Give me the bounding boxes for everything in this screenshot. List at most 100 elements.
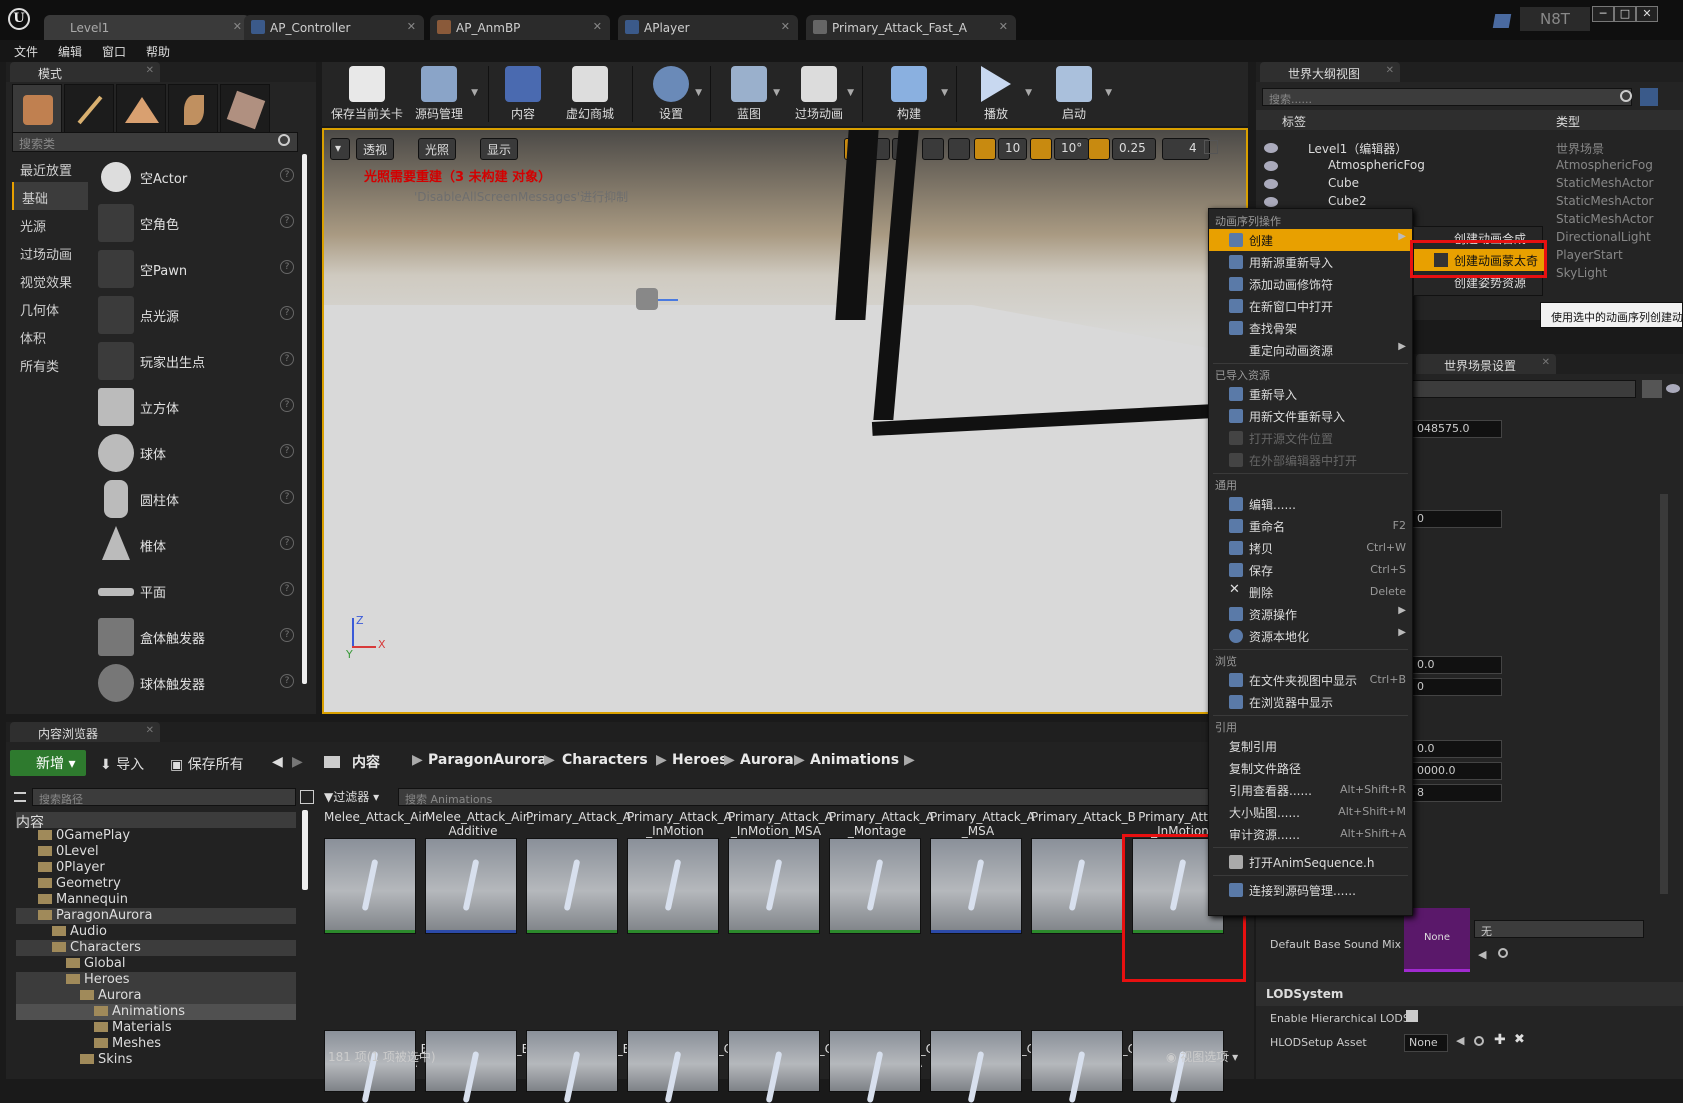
visibility-eye-icon[interactable] — [1264, 179, 1278, 189]
animation-asset-thumbnail[interactable] — [829, 838, 921, 934]
show-button[interactable]: 显示 — [480, 138, 519, 160]
details-search-input[interactable] — [1406, 380, 1636, 398]
marketplace-button[interactable]: 虚幻商城 — [554, 64, 626, 124]
property-value[interactable]: 0 — [1412, 510, 1502, 528]
tab-level1[interactable]: Level1 ✕ — [44, 15, 250, 40]
menu-retarget[interactable]: 重定向动画资源 ▶ — [1209, 339, 1412, 361]
category-cinematic[interactable]: 过场动画 — [12, 238, 88, 266]
player-start-icon[interactable] — [636, 288, 658, 310]
breadcrumb-item[interactable]: Heroes — [672, 752, 728, 768]
help-icon[interactable]: ? — [280, 352, 294, 366]
category-geometry[interactable]: 几何体 — [12, 294, 88, 322]
breadcrumb-item[interactable]: 内容 — [352, 752, 380, 772]
place-item-point-light[interactable]: 点光源? — [92, 292, 302, 338]
help-icon[interactable]: ? — [280, 444, 294, 458]
animation-asset-thumbnail[interactable] — [425, 838, 517, 934]
play-button[interactable]: 播放 ▼ — [960, 64, 1032, 124]
grid-snap-icon[interactable] — [974, 138, 996, 160]
hlod-setup-combo[interactable]: None — [1404, 1034, 1448, 1052]
category-volumes[interactable]: 体积 — [12, 322, 88, 350]
category-all-classes[interactable]: 所有类 — [12, 350, 88, 378]
close-icon[interactable]: ✕ — [781, 20, 790, 33]
settings-button[interactable]: 设置 ▼ — [640, 64, 702, 124]
menu-copy-reference[interactable]: 复制引用 — [1209, 735, 1412, 757]
use-selected-arrow-icon[interactable]: ◀ — [1456, 1034, 1464, 1047]
breadcrumb-item[interactable]: ParagonAurora — [428, 752, 547, 768]
help-icon[interactable]: ? — [280, 490, 294, 504]
property-value[interactable]: 0000.0 — [1412, 762, 1502, 780]
sound-mix-combo[interactable]: 无 — [1474, 920, 1644, 938]
animation-asset-thumbnail[interactable] — [324, 838, 416, 934]
add-icon[interactable]: ✚ — [1494, 1032, 1506, 1048]
world-local-icon[interactable] — [922, 138, 944, 160]
column-label[interactable]: 标签 — [1282, 113, 1306, 130]
tree-item[interactable]: Materials — [16, 1020, 296, 1036]
lit-button[interactable]: 光照 — [418, 138, 457, 160]
tree-item[interactable]: Global — [16, 956, 296, 972]
tree-item[interactable]: Heroes — [16, 972, 296, 988]
landscape-mode-icon[interactable] — [116, 84, 166, 134]
animation-asset-thumbnail[interactable] — [425, 1030, 517, 1103]
tab-world-settings[interactable]: 世界场景设置 ✕ — [1416, 354, 1556, 374]
menu-asset-actions[interactable]: 资源操作 ▶ — [1209, 603, 1412, 625]
maximize-button[interactable]: □ — [1614, 6, 1636, 22]
menu-add-modifier[interactable]: 添加动画修饰符 — [1209, 273, 1412, 295]
close-icon[interactable]: ✕ — [1386, 65, 1394, 76]
animation-asset-thumbnail[interactable] — [627, 1030, 719, 1103]
foliage-mode-icon[interactable] — [168, 84, 218, 134]
tree-item[interactable]: Mannequin — [16, 892, 296, 908]
place-item-empty-actor[interactable]: 空Actor? — [92, 154, 302, 200]
modes-scrollbar[interactable] — [302, 154, 307, 684]
viewport-options-button[interactable]: ▾ — [330, 138, 350, 160]
add-new-button[interactable]: 新增 ▾ — [10, 750, 86, 776]
tree-item[interactable]: Audio — [16, 924, 296, 940]
help-icon[interactable]: ? — [280, 214, 294, 228]
place-item-player-start[interactable]: 玩家出生点? — [92, 338, 302, 384]
camera-speed-button[interactable]: 4 — [1162, 138, 1210, 160]
menu-reference-viewer[interactable]: 引用查看器...... Alt+Shift+R — [1209, 779, 1412, 801]
close-icon[interactable]: ✕ — [146, 725, 154, 736]
tab-ap-controller[interactable]: AP_Controller ✕ — [244, 15, 424, 40]
outliner-row[interactable]: Level1（编辑器） 世界场景 — [1256, 140, 1683, 158]
menu-open-header[interactable]: 打开AnimSequence.h — [1209, 851, 1412, 873]
details-scrollbar[interactable] — [1660, 494, 1668, 894]
collapse-tree-icon[interactable] — [14, 792, 26, 802]
save-all-button[interactable]: ▣ 保存所有 — [170, 754, 244, 774]
dropdown-arrow-icon[interactable]: ▼ — [847, 88, 854, 98]
help-icon[interactable]: ? — [280, 260, 294, 274]
menu-copy[interactable]: 拷贝 Ctrl+W — [1209, 537, 1412, 559]
minimize-button[interactable]: ─ — [1592, 6, 1614, 22]
tab-aplayer[interactable]: APlayer ✕ — [618, 15, 798, 40]
property-value[interactable]: 0.0 — [1412, 656, 1502, 674]
place-item-sphere-trigger[interactable]: 球体触发器? — [92, 660, 302, 706]
help-icon[interactable]: ? — [280, 398, 294, 412]
menu-localize[interactable]: 资源本地化 ▶ — [1209, 625, 1412, 647]
menu-create[interactable]: 创建 ▶ — [1209, 229, 1412, 251]
cinematics-button[interactable]: 过场动画 ▼ — [784, 64, 854, 124]
help-icon[interactable]: ? — [280, 168, 294, 182]
back-arrow-icon[interactable]: ◀ — [272, 754, 283, 770]
paint-mode-icon[interactable] — [64, 84, 114, 134]
close-icon[interactable]: ✕ — [407, 20, 416, 33]
add-folder-icon[interactable] — [1640, 88, 1658, 106]
menu-edit[interactable]: 编辑 — [58, 43, 82, 60]
close-window-button[interactable]: ✕ — [1636, 6, 1658, 22]
animation-asset-thumbnail[interactable] — [829, 1030, 921, 1103]
category-visual-effects[interactable]: 视觉效果 — [12, 266, 88, 294]
launch-button[interactable]: 启动 ▼ — [1036, 64, 1112, 124]
place-item-empty-character[interactable]: 空角色? — [92, 200, 302, 246]
scale-snap-icon[interactable] — [1088, 138, 1110, 160]
perspective-button[interactable]: 透视 — [356, 138, 395, 160]
tree-item[interactable]: Characters — [16, 940, 296, 956]
place-item-box-trigger[interactable]: 盒体触发器? — [92, 614, 302, 660]
view-options-button[interactable]: ◉ 视图选项 ▾ — [1166, 1048, 1238, 1065]
property-value[interactable]: 048575.0 — [1412, 420, 1502, 438]
menu-save[interactable]: 保存 Ctrl+S — [1209, 559, 1412, 581]
tree-item[interactable]: 0GamePlay — [16, 828, 296, 844]
property-value[interactable]: 0 — [1412, 678, 1502, 696]
place-item-cube[interactable]: 立方体? — [92, 384, 302, 430]
tree-scrollbar[interactable] — [302, 810, 308, 890]
menu-reimport[interactable]: 重新导入 — [1209, 383, 1412, 405]
menu-copy-file-path[interactable]: 复制文件路径 — [1209, 757, 1412, 779]
tree-item[interactable]: ParagonAurora — [16, 908, 296, 924]
